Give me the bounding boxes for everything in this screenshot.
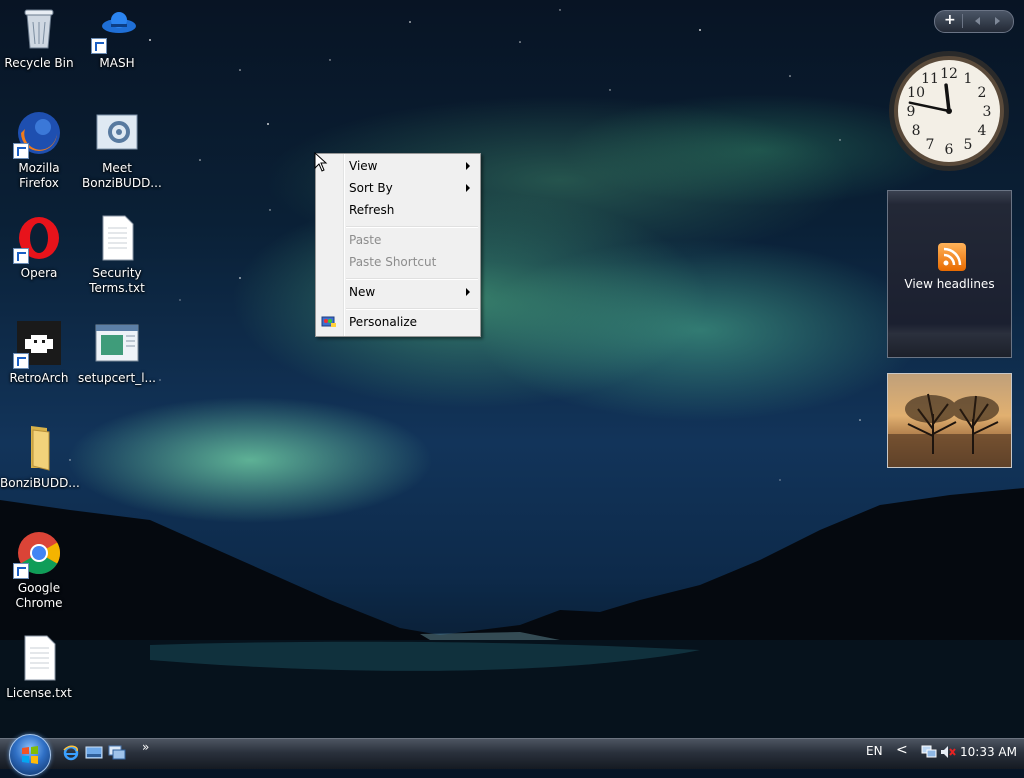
desktop-icon-bonzi-folder[interactable]: BonziBUDD... xyxy=(0,424,80,491)
rss-feed-icon xyxy=(938,243,966,271)
shortcut-arrow-icon xyxy=(13,248,29,264)
shortcut-arrow-icon xyxy=(13,143,29,159)
show-hidden-icons-button[interactable]: < xyxy=(896,742,908,758)
menu-item-personalize[interactable]: Personalize xyxy=(316,311,480,333)
personalize-icon xyxy=(321,315,337,329)
quicklaunch-overflow-chevron[interactable]: » xyxy=(142,740,149,754)
desktop-icon-license[interactable]: License.txt xyxy=(0,634,78,701)
desktop-icon-recycle-bin[interactable]: Recycle Bin xyxy=(0,4,78,71)
desktop-context-menu: View Sort By Refresh Paste Paste Shortcu… xyxy=(315,153,481,337)
menu-item-sort-by[interactable]: Sort By xyxy=(316,177,480,199)
clock-numeral: 5 xyxy=(964,137,973,153)
opera-icon xyxy=(13,214,63,264)
desktop-icon-label: setupcert_l... xyxy=(78,371,156,385)
retroarch-icon xyxy=(13,319,63,369)
text-file-icon xyxy=(15,634,63,682)
clock-numeral: 10 xyxy=(907,85,925,101)
desktop-icon-mash[interactable]: MASH xyxy=(78,4,156,71)
bonzi-installer-icon xyxy=(93,109,141,157)
desktop-icon-label: Security Terms.txt xyxy=(89,266,145,295)
clock-gadget[interactable]: 12 1 2 3 4 5 6 7 8 9 10 11 xyxy=(888,50,1010,172)
desktop-icon-label: License.txt xyxy=(6,686,72,700)
shortcut-arrow-icon xyxy=(13,563,29,579)
desktop-icon-opera[interactable]: Opera xyxy=(0,214,78,281)
folder-icon xyxy=(15,424,63,472)
slideshow-gadget[interactable] xyxy=(887,373,1012,468)
menu-item-label: New xyxy=(349,285,376,299)
clock-numeral: 7 xyxy=(926,137,935,153)
clock-numeral: 9 xyxy=(907,104,916,120)
menu-separator xyxy=(346,278,478,280)
volume-muted-icon[interactable] xyxy=(940,745,956,759)
clock-numeral: 1 xyxy=(964,71,973,87)
menu-item-view[interactable]: View xyxy=(316,155,480,177)
firefox-icon xyxy=(13,109,63,159)
sidebar-divider xyxy=(962,14,963,28)
quicklaunch-switch-windows-icon[interactable] xyxy=(108,745,126,761)
slideshow-image xyxy=(888,393,1011,467)
clock-numeral: 6 xyxy=(945,142,954,158)
menu-item-label: Refresh xyxy=(349,203,395,217)
clock-numeral: 12 xyxy=(940,66,958,82)
clock-numeral: 2 xyxy=(977,85,986,101)
setup-window-icon xyxy=(93,319,141,367)
taskbar-clock[interactable]: 10:33 AM xyxy=(960,745,1017,759)
windows-logo-icon xyxy=(22,746,38,764)
quicklaunch-show-desktop-icon[interactable] xyxy=(85,745,103,761)
menu-separator xyxy=(346,226,478,228)
feed-headlines-gadget[interactable]: View headlines xyxy=(887,190,1012,358)
recycle-bin-icon xyxy=(15,4,63,52)
desktop-icon-label: Recycle Bin xyxy=(4,56,74,70)
language-indicator[interactable]: EN xyxy=(866,744,883,758)
network-icon[interactable] xyxy=(921,745,937,759)
add-gadget-button[interactable]: + xyxy=(944,12,956,28)
menu-item-paste-shortcut[interactable]: Paste Shortcut xyxy=(316,251,480,273)
clock-numeral: 4 xyxy=(977,123,986,139)
submenu-arrow-icon xyxy=(466,288,470,296)
menu-item-new[interactable]: New xyxy=(316,281,480,303)
menu-item-label: Sort By xyxy=(349,181,393,195)
mash-icon xyxy=(91,4,141,54)
clock-numeral: 11 xyxy=(921,71,939,87)
desktop-icon-label: Google Chrome xyxy=(15,581,63,610)
menu-item-refresh[interactable]: Refresh xyxy=(316,199,480,221)
quicklaunch-ie-icon[interactable] xyxy=(62,745,80,761)
submenu-arrow-icon xyxy=(466,184,470,192)
chrome-icon xyxy=(13,529,63,579)
desktop-icon-chrome[interactable]: Google Chrome xyxy=(0,529,78,611)
desktop-icon-security-terms[interactable]: Security Terms.txt xyxy=(78,214,156,296)
desktop-icon-label: BonziBUDD... xyxy=(0,476,80,490)
clock-numeral: 8 xyxy=(912,123,921,139)
shortcut-arrow-icon xyxy=(91,38,107,54)
menu-item-paste[interactable]: Paste xyxy=(316,229,480,251)
desktop-icon-setupcert[interactable]: setupcert_l... xyxy=(78,319,156,386)
shortcut-arrow-icon xyxy=(13,353,29,369)
desktop-icon-label: Meet BonziBUDD... xyxy=(82,161,162,190)
text-file-icon xyxy=(93,214,141,262)
menu-item-label: View xyxy=(349,159,378,173)
clock-numeral: 3 xyxy=(983,104,992,120)
menu-item-label: Personalize xyxy=(349,315,418,329)
view-headlines-label: View headlines xyxy=(904,277,995,291)
desktop-icon-label: MASH xyxy=(99,56,135,70)
desktop-icon-label: Mozilla Firefox xyxy=(18,161,60,190)
desktop-icon-retroarch[interactable]: RetroArch xyxy=(0,319,78,386)
menu-item-label: Paste Shortcut xyxy=(349,255,437,269)
mouse-cursor-icon xyxy=(314,152,328,172)
submenu-arrow-icon xyxy=(466,162,470,170)
menu-item-label: Paste xyxy=(349,233,382,247)
previous-page-icon[interactable] xyxy=(975,17,980,25)
desktop-icon-label: Opera xyxy=(20,266,58,280)
desktop-icon-label: RetroArch xyxy=(9,371,69,385)
menu-separator xyxy=(346,308,478,310)
desktop-icon-firefox[interactable]: Mozilla Firefox xyxy=(0,109,78,191)
start-button[interactable] xyxy=(9,734,51,776)
desktop-icon-bonzi-meet[interactable]: Meet BonziBUDD... xyxy=(78,109,162,191)
next-page-icon[interactable] xyxy=(995,17,1000,25)
sidebar-controls: + xyxy=(934,10,1014,33)
